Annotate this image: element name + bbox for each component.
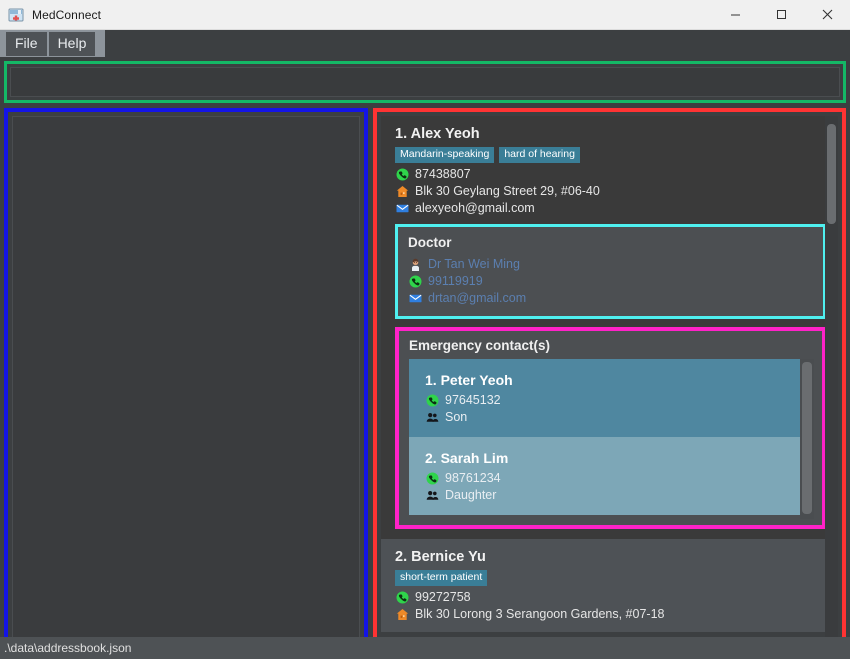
emergency-contact-name: 1. Peter Yeoh [425, 372, 788, 388]
emergency-relationship-row: Son [425, 409, 788, 426]
window-controls [712, 0, 850, 30]
emergency-phone-row: 97645132 [425, 392, 788, 409]
doctor-section-title: Doctor [408, 235, 452, 250]
status-file-path: .\data\addressbook.json [4, 641, 132, 655]
person-full-name: Bernice Yu [411, 549, 486, 565]
person-list[interactable]: 1. Alex Yeoh Mandarin-speaking hard of h… [381, 116, 838, 640]
tag: Mandarin-speaking [395, 147, 495, 163]
email-icon [408, 292, 423, 305]
phone-icon [425, 394, 440, 407]
person-full-name: Alex Yeoh [410, 126, 480, 142]
home-icon [395, 185, 410, 198]
doctor-icon [408, 258, 423, 271]
person-index: 1. [395, 126, 408, 142]
close-button[interactable] [804, 0, 850, 30]
doctor-email-row: drtan@gmail.com [408, 290, 813, 307]
phone-value: 99272758 [415, 590, 471, 604]
person-list-scrollbar[interactable] [825, 116, 838, 640]
title-bar: MedConnect [0, 0, 850, 30]
status-bar: .\data\addressbook.json [0, 637, 850, 659]
person-list-panel: 1. Alex Yeoh Mandarin-speaking hard of h… [373, 108, 846, 648]
email-value: alexyeoh@gmail.com [415, 201, 535, 215]
emergency-relationship-row: Daughter [425, 487, 788, 504]
emergency-contacts-section: Emergency contact(s) 1. Peter Yeoh 97645… [395, 327, 826, 529]
person-index: 2. [395, 549, 408, 565]
doctor-section: Doctor Dr Tan Wei Ming 99119919 drtan@gm… [395, 224, 826, 319]
menu-bar: File Help [0, 30, 850, 57]
command-input[interactable] [10, 67, 840, 97]
emergency-scrollbar-thumb[interactable] [802, 362, 812, 514]
phone-row: 99272758 [395, 589, 826, 605]
emergency-contact-card[interactable]: 1. Peter Yeoh 97645132 Son [409, 359, 800, 437]
phone-row: 87438807 [395, 166, 826, 182]
people-icon [425, 411, 440, 424]
doctor-name: Dr Tan Wei Ming [428, 257, 520, 271]
emergency-contact-index: 2. [425, 450, 437, 466]
emergency-phone-row: 98761234 [425, 470, 788, 487]
command-box-container [4, 61, 846, 103]
doctor-phone: 99119919 [428, 274, 483, 288]
person-card[interactable]: 2. Bernice Yu short-term patient 9927275… [381, 539, 838, 632]
window-title: MedConnect [32, 7, 102, 22]
tag-list: short-term patient [395, 570, 826, 586]
emergency-relationship: Son [445, 410, 468, 424]
person-card[interactable]: 1. Alex Yeoh Mandarin-speaking hard of h… [381, 116, 838, 539]
doctor-name-row: Dr Tan Wei Ming [408, 256, 813, 273]
phone-icon [408, 275, 423, 288]
tag-list: Mandarin-speaking hard of hearing [395, 147, 826, 163]
address-value: Blk 30 Lorong 3 Serangoon Gardens, #07-1… [415, 607, 665, 621]
person-name: 1. Alex Yeoh [395, 126, 826, 142]
menu-help[interactable]: Help [48, 31, 96, 56]
emergency-scroll-area: 1. Peter Yeoh 97645132 Son 2. Sarah Lim … [409, 359, 800, 519]
doctor-email: drtan@gmail.com [428, 291, 527, 305]
address-value: Blk 30 Geylang Street 29, #06-40 [415, 184, 600, 198]
person-name: 2. Bernice Yu [395, 549, 826, 565]
people-icon [425, 489, 440, 502]
email-row: alexyeoh@gmail.com [395, 200, 826, 216]
menu-bar-inner: File Help [0, 30, 106, 57]
emergency-relationship: Daughter [445, 488, 497, 502]
maximize-button[interactable] [758, 0, 804, 30]
person-list-scrollbar-thumb[interactable] [827, 124, 836, 224]
result-display-content [12, 116, 360, 640]
doctor-phone-row: 99119919 [408, 273, 813, 290]
menu-file[interactable]: File [6, 31, 47, 56]
emergency-contact-full-name: Sarah Lim [440, 450, 509, 466]
phone-icon [395, 591, 410, 604]
tag: short-term patient [395, 570, 488, 586]
emergency-contact-index: 1. [425, 372, 437, 388]
emergency-contact-card[interactable]: 2. Sarah Lim 98761234 Daughter [409, 437, 800, 515]
phone-icon [425, 472, 440, 485]
emergency-scrollbar[interactable] [800, 359, 814, 519]
home-icon [395, 608, 410, 621]
emergency-phone: 98761234 [445, 471, 501, 485]
emergency-phone: 97645132 [445, 393, 501, 407]
emergency-section-title: Emergency contact(s) [409, 338, 551, 353]
address-row: Blk 30 Geylang Street 29, #06-40 [395, 183, 826, 199]
phone-icon [395, 168, 410, 181]
main-content: 1. Alex Yeoh Mandarin-speaking hard of h… [4, 108, 846, 648]
emergency-contact-full-name: Peter Yeoh [440, 372, 513, 388]
emergency-contacts-list[interactable]: 1. Peter Yeoh 97645132 Son 2. Sarah Lim … [409, 359, 814, 519]
tag: hard of hearing [499, 147, 580, 163]
phone-value: 87438807 [415, 167, 471, 181]
emergency-contact-name: 2. Sarah Lim [425, 450, 788, 466]
medkit-icon [8, 7, 24, 23]
result-display-panel [4, 108, 368, 648]
email-icon [395, 202, 410, 215]
minimize-button[interactable] [712, 0, 758, 30]
address-row: Blk 30 Lorong 3 Serangoon Gardens, #07-1… [395, 606, 826, 622]
